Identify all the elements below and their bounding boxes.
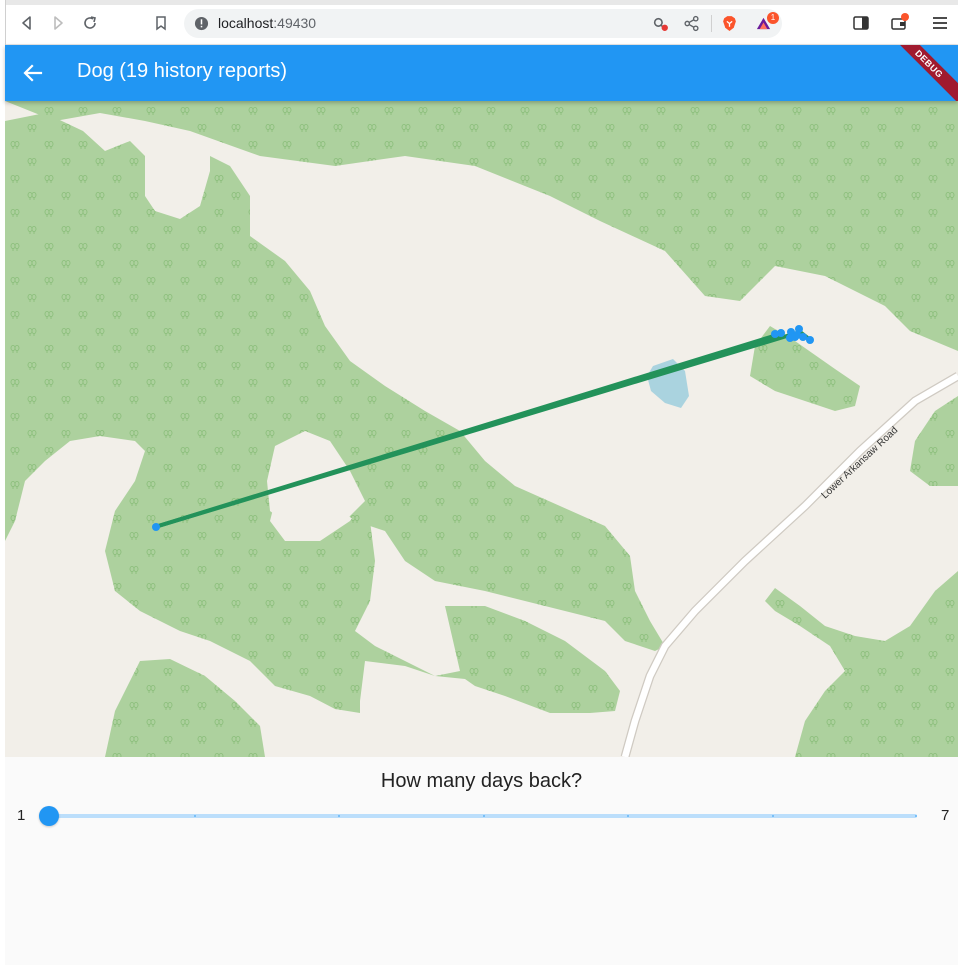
window-top-strip [0,0,958,5]
slider-tick [915,815,917,817]
slider-tick [627,815,629,817]
site-info-icon[interactable] [194,16,209,31]
menu-icon[interactable] [930,13,950,33]
share-icon[interactable] [683,15,700,32]
page-title: Dog (19 history reports) [77,60,288,82]
history-point[interactable] [806,336,814,344]
rewards-badge: 1 [767,12,779,24]
toolbar-divider [711,15,712,32]
days-slider-track[interactable] [49,814,917,818]
forward-icon[interactable] [48,13,68,33]
slider-tick [772,815,774,817]
days-panel: How many days back? 1 7 [5,757,958,965]
slider-tick [483,815,485,817]
url-port: :49430 [273,15,317,31]
days-slider-thumb[interactable] [39,806,59,826]
address-bar[interactable]: localhost:49430 1 [184,9,782,38]
arrow-back-icon [23,64,43,82]
brave-shields-icon[interactable] [721,15,738,32]
blocked-key-icon[interactable] [652,15,669,32]
history-point[interactable] [799,333,807,341]
browser-toolbar: localhost:49430 1 [0,0,958,45]
slider-max-label: 7 [941,807,950,824]
history-point[interactable] [791,333,799,341]
debug-banner: DEBUG [885,45,958,101]
sidebar-toggle-icon[interactable] [851,13,871,33]
map-view[interactable]: Lower Arkansaw Road [5,101,958,757]
url-host: localhost [218,15,274,31]
back-icon[interactable] [17,13,37,33]
app-bar: Dog (19 history reports) DEBUG [5,45,958,101]
slider-tick [194,815,196,817]
back-button[interactable] [19,59,47,87]
history-point[interactable] [152,523,160,531]
days-title: How many days back? [380,770,583,792]
reload-icon[interactable] [80,13,100,33]
slider-min-label: 1 [17,807,26,824]
url-text[interactable]: localhost:49430 [218,15,316,31]
history-point[interactable] [777,329,785,337]
wallet-icon[interactable] [889,13,909,33]
bookmark-icon[interactable] [151,13,171,33]
slider-tick [338,815,340,817]
map-canvas[interactable]: Lower Arkansaw Road [5,101,958,757]
